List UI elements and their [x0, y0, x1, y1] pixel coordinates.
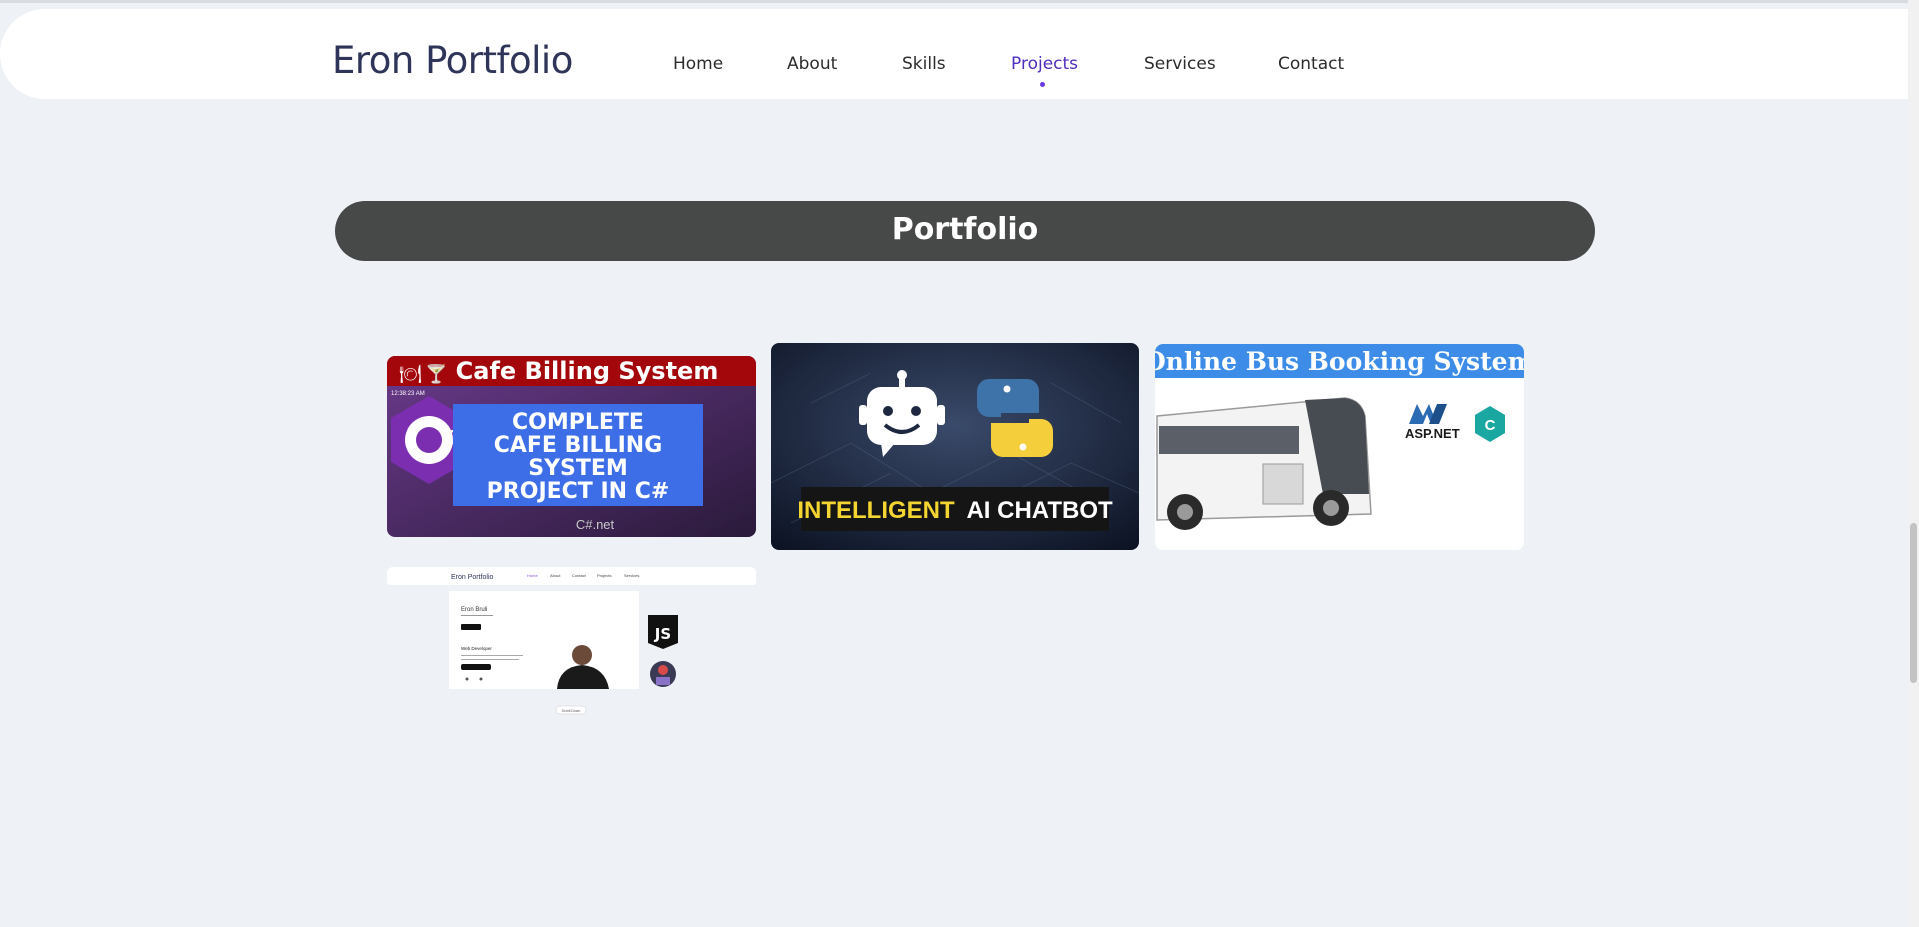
svg-text:ASP.NET: ASP.NET — [1405, 426, 1460, 441]
svg-text:Web Developer: Web Developer — [461, 646, 492, 651]
clock-text: 12:38:23 AM — [391, 391, 425, 397]
active-indicator — [1040, 82, 1045, 87]
svg-text:Contact: Contact — [572, 573, 587, 578]
project-card-bus-booking[interactable]: Online Bus Booking System ASP.NET C — [1155, 344, 1524, 550]
site-logo[interactable]: Eron Portfolio — [332, 39, 573, 82]
project-card-ai-chatbot[interactable]: INTELLIGENT AI CHATBOT — [771, 343, 1139, 550]
bus-banner-text: Online Bus Booking System — [1155, 347, 1524, 376]
mini-scroll-hint: Scroll Down — [562, 709, 581, 713]
bus-booking-thumbnail: Online Bus Booking System ASP.NET C — [1155, 344, 1524, 550]
avatar-icon — [650, 661, 676, 687]
svg-text:C: C — [1485, 417, 1496, 434]
chatbot-caption: INTELLIGENT AI CHATBOT — [797, 497, 1113, 524]
nav-skills[interactable]: Skills — [902, 54, 946, 74]
nav-services[interactable]: Services — [1144, 54, 1216, 74]
nav-about[interactable]: About — [787, 54, 837, 74]
svg-text:JS: JS — [654, 625, 671, 643]
cafe-banner-text: Cafe Billing System — [456, 357, 719, 385]
js-badge-icon: JS — [648, 615, 678, 649]
svg-text:Projects: Projects — [597, 573, 611, 578]
project-card-portfolio-site[interactable]: Eron Portfolio Home About Contact Projec… — [387, 567, 756, 718]
svg-text:COMPLETE: COMPLETE — [512, 410, 644, 435]
svg-text:Eron Bruli: Eron Bruli — [461, 607, 487, 613]
nav-contact[interactable]: Contact — [1278, 54, 1344, 74]
nav-home[interactable]: Home — [673, 54, 723, 74]
ai-chatbot-thumbnail: INTELLIGENT AI CHATBOT — [771, 343, 1139, 550]
svg-text:About: About — [550, 573, 561, 578]
svg-text:Services: Services — [624, 573, 639, 578]
svg-text:PROJECT IN C#: PROJECT IN C# — [487, 479, 670, 504]
scrollbar-track[interactable] — [1908, 0, 1919, 927]
cocktail-icon: 🍸 — [425, 363, 447, 384]
cafe-footer-text: C#.net — [576, 517, 615, 532]
mini-logo: Eron Portfolio — [451, 574, 494, 581]
section-title-bar: Portfolio — [335, 201, 1595, 261]
plate-icon: 🍽 — [399, 364, 422, 384]
svg-text:SYSTEM: SYSTEM — [528, 456, 628, 481]
navbar: Eron Portfolio Home About Skills Project… — [0, 9, 1908, 99]
bus-illustration — [1156, 397, 1372, 530]
project-card-cafe-billing[interactable]: 🍽 🍸 Cafe Billing System 12:38:23 AM C# C… — [387, 356, 756, 537]
cafe-billing-thumbnail: 🍽 🍸 Cafe Billing System 12:38:23 AM C# C… — [387, 356, 756, 537]
portfolio-site-thumbnail: Eron Portfolio Home About Contact Projec… — [387, 567, 756, 718]
nav-projects[interactable]: Projects — [1011, 54, 1078, 74]
scrollbar-thumb[interactable] — [1910, 523, 1917, 683]
top-border — [0, 0, 1919, 3]
section-title: Portfolio — [891, 212, 1039, 247]
svg-text:CAFE BILLING: CAFE BILLING — [494, 433, 663, 458]
svg-text:Home: Home — [527, 573, 538, 578]
